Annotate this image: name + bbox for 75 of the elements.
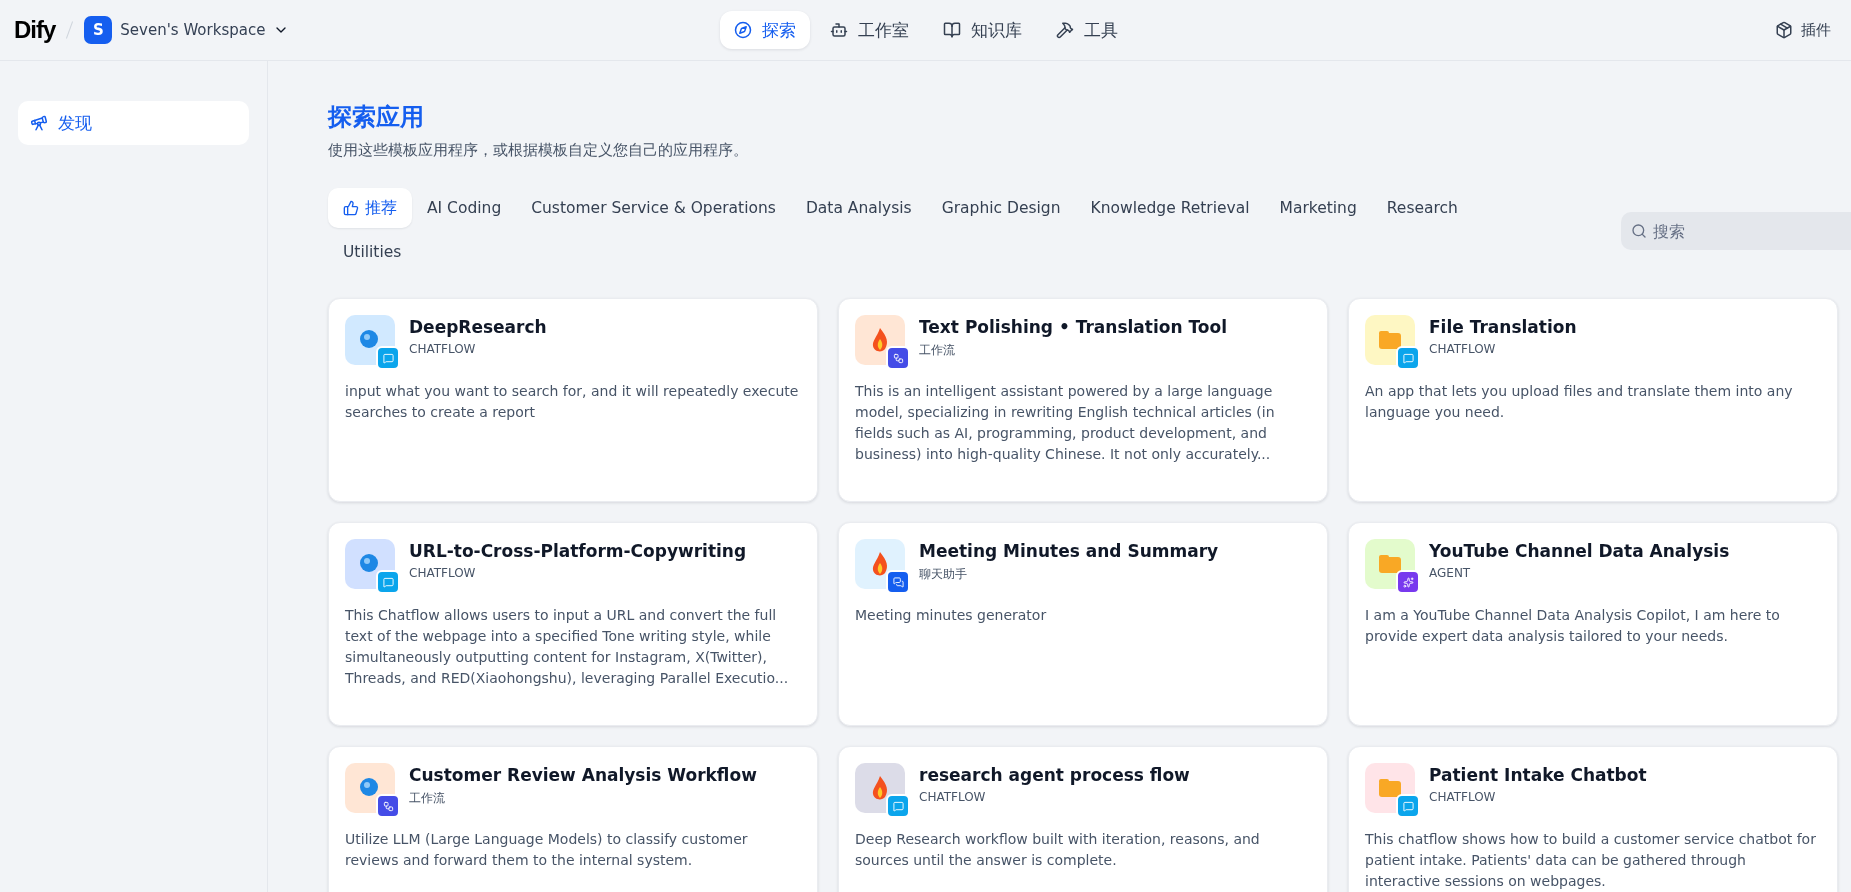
category-tab[interactable]: Graphic Design	[926, 188, 1076, 228]
page-subtitle: 使用这些模板应用程序，或根据模板自定义您自己的应用程序。	[328, 141, 749, 160]
app-name: YouTube Channel Data Analysis	[1429, 541, 1730, 561]
thumbs-up-icon	[343, 200, 359, 216]
category-tab[interactable]: Utilities	[328, 232, 417, 272]
app-mode: CHATFLOW	[1429, 342, 1497, 356]
app-card[interactable]: DeepResearch CHATFLOW input what you want to search for, and it will repeatedly execute searches to create a report	[328, 298, 818, 502]
book-icon	[942, 21, 961, 39]
telescope-icon	[30, 114, 48, 132]
app-card[interactable]: Patient Intake Chatbot CHATFLOW This chatflow shows how to build a customer service chatbot for patient intake. Patients' data can be gathered through interactive sessions on webpages.	[1348, 746, 1838, 892]
app-description: Deep Research workflow built with iteration, reasons, and sources until the answer is complete.	[855, 830, 1261, 870]
chat-bubble-icon	[382, 576, 394, 588]
category-tab[interactable]: Marketing	[1264, 188, 1372, 228]
app-card[interactable]: File Translation CHATFLOW An app that lets you upload files and translate them into any language you need.	[1348, 298, 1838, 502]
workspace-name: Seven's Workspace	[120, 21, 266, 39]
workspace-avatar: S	[84, 16, 113, 44]
category-tab[interactable]: 推荐	[328, 188, 412, 228]
workflow-icon	[382, 800, 394, 812]
app-description: This is an intelligent assistant powered by a large language model, specializing in rewriting English technical articles (in fields such as AI, programming, product development, and business) into high-quality Chinese. It not only accurately...	[855, 382, 1276, 464]
chat-bubble-icon	[1402, 800, 1414, 812]
app-mode: CHATFLOW	[1429, 790, 1497, 804]
app-description: Utilize LLM (Large Language Models) to classify customer reviews and forward them to the internal system.	[345, 830, 749, 870]
nav-tab[interactable]: 探索	[719, 11, 810, 49]
page-title: 探索应用	[328, 102, 425, 133]
category-tab[interactable]: AI Coding	[412, 188, 517, 228]
app-description: input what you want to search for, and it will repeatedly execute searches to create a report	[345, 382, 800, 422]
app-description: This chatflow shows how to build a customer service chatbot for patient intake. Patients' data can be gathered through interactive sessions on webpages.	[1365, 830, 1817, 891]
app-card[interactable]: research agent process flow CHATFLOW Deep Research workflow built with iteration, reasons, and sources until the answer is complete.	[838, 746, 1328, 892]
nav-tab[interactable]: 工具	[1041, 11, 1132, 49]
robot-icon	[829, 21, 848, 39]
app-name: Patient Intake Chatbot	[1429, 765, 1647, 785]
app-mode: 工作流	[919, 342, 956, 359]
app-card[interactable]: Customer Review Analysis Workflow 工作流 Utilize LLM (Large Language Models) to classify customer reviews and forward them to the internal system.	[328, 746, 818, 892]
category-tab[interactable]: Research	[1371, 188, 1473, 228]
app-name: Meeting Minutes and Summary	[919, 541, 1219, 561]
chat-bubble-icon	[382, 352, 394, 364]
logo[interactable]: Dify	[14, 16, 56, 44]
category-tab[interactable]: Customer Service & Operations	[516, 188, 791, 228]
app-description: This Chatflow allows users to input a URL and convert the full text of the webpage into a specified Tone writing style, while simultaneously outputting content for Instagram, X(Twitter), Threads, and RED(Xiaohongshu), leveraging Parallel Executio...	[345, 606, 790, 688]
hammer-icon	[1055, 21, 1074, 39]
chat-bubble-icon	[1402, 352, 1414, 364]
category-tab[interactable]: Data Analysis	[790, 188, 927, 228]
app-mode: CHATFLOW	[409, 566, 477, 580]
search-field[interactable]: 搜索	[1621, 212, 1851, 250]
app-name: URL-to-Cross-Platform-Copywriting	[409, 541, 747, 561]
app-mode: CHATFLOW	[919, 790, 987, 804]
workspace-switcher[interactable]: S Seven's Workspace	[84, 16, 290, 44]
search-icon	[1631, 223, 1647, 239]
app-name: Text Polishing • Translation Tool	[919, 317, 1227, 337]
app-name: File Translation	[1429, 317, 1577, 337]
sparkle-icon	[1402, 576, 1414, 588]
app-description: Meeting minutes generator	[855, 606, 1048, 625]
app-name: research agent process flow	[919, 765, 1190, 785]
app-card[interactable]	[328, 522, 818, 726]
app-card[interactable]: Meeting Minutes and Summary 聊天助手 Meeting minutes generator	[838, 522, 1328, 726]
nav-tab[interactable]: 知识库	[928, 11, 1036, 49]
app-description: An app that lets you upload files and translate them into any language you need.	[1365, 382, 1794, 422]
app-mode: AGENT	[1429, 566, 1472, 580]
sidebar-item[interactable]: 发现	[18, 101, 249, 145]
app-name: Customer Review Analysis Workflow	[409, 765, 757, 785]
app-card[interactable]	[838, 298, 1328, 502]
workflow-icon	[892, 352, 904, 364]
plugins-button[interactable]: 插件	[1769, 19, 1837, 41]
category-tab[interactable]: Knowledge Retrieval	[1075, 188, 1265, 228]
nav-tab[interactable]: 工作室	[815, 11, 923, 49]
app-mode: CHATFLOW	[409, 342, 477, 356]
chat-icon	[892, 576, 904, 588]
app-name: DeepResearch	[409, 317, 547, 337]
app-card[interactable]: YouTube Channel Data Analysis AGENT I am a YouTube Channel Data Analysis Copilot, I am here to provide expert data analysis tailored to your needs.	[1348, 522, 1838, 726]
chat-bubble-icon	[892, 800, 904, 812]
package-icon	[1775, 21, 1793, 39]
app-mode: 聊天助手	[919, 566, 968, 583]
app-description: I am a YouTube Channel Data Analysis Copilot, I am here to provide expert data analysis tailored to your needs.	[1365, 606, 1781, 646]
app-mode: 工作流	[409, 790, 446, 807]
compass-icon	[733, 21, 752, 39]
